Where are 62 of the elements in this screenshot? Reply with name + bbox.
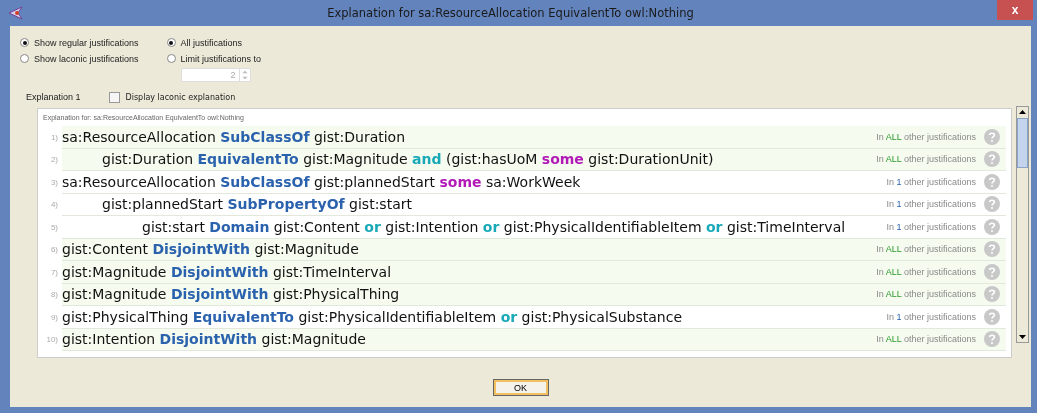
scrollbar-thumb[interactable] [1017, 118, 1028, 168]
usage-note: In 1 other justifications [886, 221, 976, 232]
line-number: 7) [49, 267, 59, 277]
help-icon[interactable] [984, 196, 1000, 213]
help-icon[interactable] [984, 331, 1000, 348]
radio-button[interactable] [20, 38, 29, 47]
radio-label: Show laconic justifications [34, 53, 139, 64]
help-icon[interactable] [984, 241, 1000, 258]
usage-note: In 1 other justifications [886, 176, 976, 187]
radio-label: Limit justifications to [180, 53, 262, 64]
app-logo-icon [8, 6, 24, 20]
radio-button[interactable] [166, 38, 176, 47]
help-icon[interactable] [984, 218, 1000, 235]
checkbox[interactable] [108, 91, 120, 103]
axiom-text: gist:Magnitude DisjointWith gist:PhysicalThing [62, 286, 401, 303]
usage-note: In ALL other justifications [876, 334, 976, 345]
window-title: Explanation for sa:ResourceAllocation EquivalentTo owl:Nothing [326, 6, 695, 20]
line-number: 9) [49, 312, 59, 322]
close-button[interactable]: x [997, 0, 1033, 20]
axiom-text: sa:ResourceAllocation SubClassOf gist:plannedStart some sa:WorkWeek [62, 173, 582, 190]
help-icon[interactable] [984, 308, 1000, 325]
radio-option[interactable]: All justifications [166, 36, 262, 49]
checkbox-label: Display laconic explanation [125, 92, 236, 102]
radio-label: Show regular justifications [34, 37, 139, 48]
radio-button[interactable] [166, 54, 176, 63]
axiom-text: gist:start Domain gist:Content or gist:Intention or gist:PhysicalIdentifiableItem or gist:TimeInterval [141, 218, 847, 235]
help-icon[interactable] [984, 173, 1000, 190]
help-icon[interactable] [984, 263, 1000, 280]
axiom-text: gist:PhysicalThing EquivalentTo gist:PhysicalIdentifiableItem or gist:PhysicalSubstance [62, 308, 684, 325]
help-icon[interactable] [984, 151, 1000, 168]
axiom-text: sa:ResourceAllocation SubClassOf gist:Duration [62, 128, 407, 145]
axiom-text: gist:Content DisjointWith gist:Magnitude [62, 241, 360, 258]
line-number: 5) [49, 222, 59, 232]
axiom-text: gist:Duration EquivalentTo gist:Magnitude and (gist:hasUoM some gist:DurationUnit) [101, 151, 715, 168]
line-number: 6) [49, 245, 59, 255]
help-icon[interactable] [984, 128, 1000, 145]
ok-button[interactable]: OK [492, 379, 549, 396]
usage-note: In 1 other justifications [886, 199, 976, 210]
radio-option[interactable]: Show regular justifications [20, 36, 139, 49]
usage-note: In ALL other justifications [876, 154, 976, 165]
radio-button[interactable] [20, 54, 29, 63]
usage-note: In ALL other justifications [876, 289, 976, 300]
line-number: 4) [49, 200, 59, 210]
help-icon[interactable] [984, 286, 1000, 303]
radio-option[interactable]: Limit justifications to [166, 52, 262, 65]
line-number: 3) [49, 177, 59, 187]
radio-option[interactable]: Show laconic justifications [20, 52, 139, 65]
line-number: 1) [49, 132, 59, 142]
usage-note: In 1 other justifications [886, 311, 976, 322]
scrollbar[interactable] [1016, 106, 1029, 343]
axiom-text: gist:Magnitude DisjointWith gist:TimeInterval [62, 263, 393, 280]
axiom-text: gist:plannedStart SubPropertyOf gist:start [101, 196, 413, 213]
line-number: 8) [49, 290, 59, 300]
line-number: 10) [45, 335, 59, 345]
line-number: 2) [49, 155, 59, 165]
radio-label: All justifications [180, 37, 243, 48]
axiom-text: gist:Intention DisjointWith gist:Magnitude [62, 331, 367, 348]
spinner-value: 2 [229, 69, 237, 81]
usage-note: In ALL other justifications [876, 266, 976, 277]
explanation-label: Explanation 1 [26, 92, 81, 102]
usage-note: In ALL other justifications [876, 244, 976, 255]
usage-note: In ALL other justifications [876, 131, 976, 142]
